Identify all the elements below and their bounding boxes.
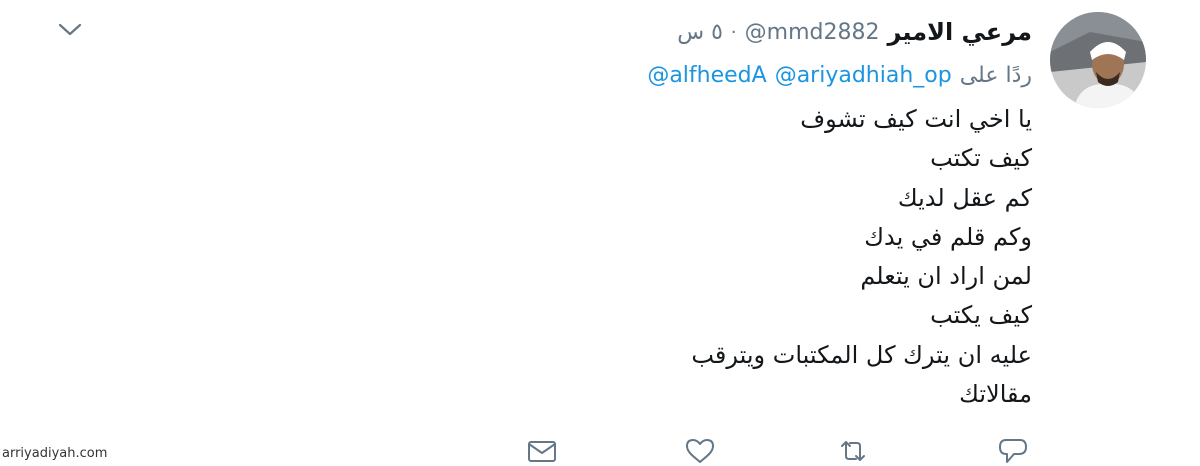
author-handle[interactable]: @mmd2882	[745, 20, 880, 45]
tweet-header: مرعي الامير @mmd2882 · ٥ س	[677, 12, 1032, 52]
reply-icon	[999, 439, 1027, 463]
tweet-line: عليه ان يترك كل المكتبات ويترقب	[691, 340, 1032, 369]
more-options-button[interactable]	[56, 18, 84, 40]
chevron-down-icon	[58, 23, 82, 36]
like-button[interactable]	[683, 436, 717, 466]
tweet-line: مقالاتك	[959, 380, 1032, 409]
avatar-image	[1050, 12, 1146, 108]
tweet-text: يا اخي انت كيف تشوف كيف تكتب كم عقل لديك…	[472, 100, 1032, 414]
tweet-line: لمن اراد ان يتعلم	[860, 262, 1032, 291]
reply-button[interactable]	[996, 436, 1030, 466]
tweet-line: كيف يكتب	[930, 301, 1032, 330]
retweet-button[interactable]	[836, 436, 870, 466]
message-icon	[528, 441, 556, 462]
reply-prefix: ردًا على	[959, 62, 1032, 88]
timestamp[interactable]: ٥ س	[677, 20, 723, 45]
tweet-line: وكم قلم في يدك	[864, 222, 1032, 251]
separator-dot: ·	[730, 21, 737, 43]
reply-context: ردًا على @ariyadhiah_op @alfheedA	[647, 58, 1032, 92]
tweet-line: كم عقل لديك	[897, 183, 1032, 212]
tweet: مرعي الامير @mmd2882 · ٥ س ردًا على @ari…	[0, 0, 1200, 466]
like-icon	[686, 439, 714, 463]
tweet-line: كيف تكتب	[930, 144, 1032, 173]
author-name[interactable]: مرعي الامير	[887, 18, 1032, 46]
reply-mention-2[interactable]: @alfheedA	[647, 63, 766, 88]
action-bar	[0, 432, 1200, 466]
watermark: arriyadiyah.com	[2, 446, 108, 461]
avatar[interactable]	[1050, 12, 1146, 108]
retweet-icon	[841, 441, 865, 461]
direct-message-button[interactable]	[525, 436, 559, 466]
reply-mention-1[interactable]: @ariyadhiah_op	[775, 63, 952, 88]
tweet-line: يا اخي انت كيف تشوف	[800, 105, 1032, 133]
